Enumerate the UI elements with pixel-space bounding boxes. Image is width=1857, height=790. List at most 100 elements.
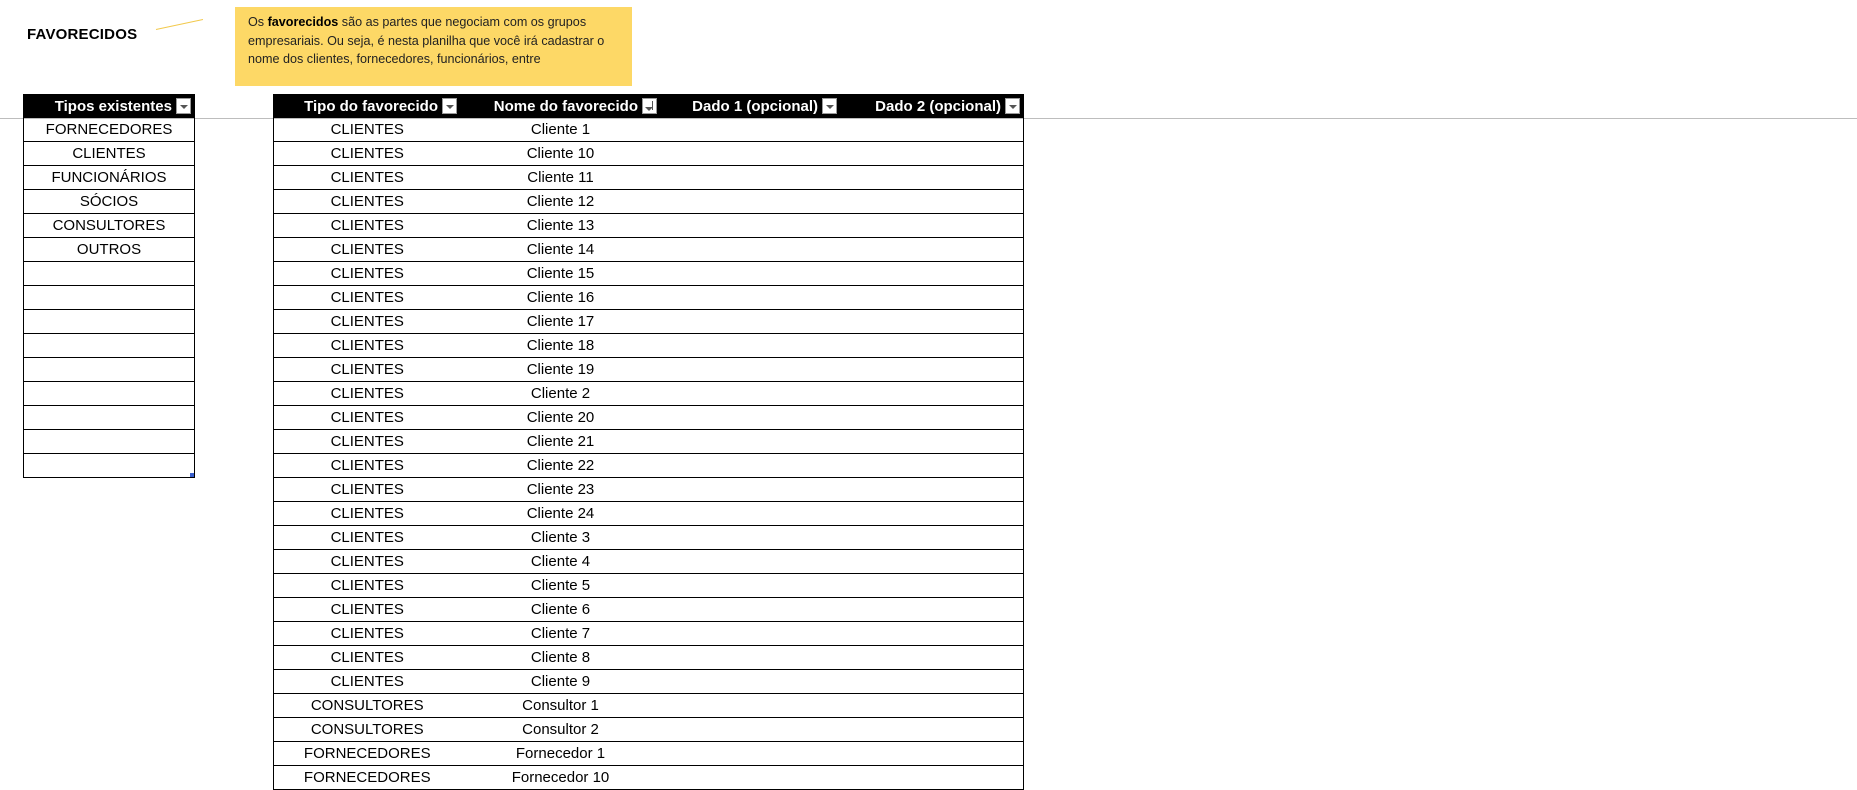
header-dado-2[interactable]: Dado 2 (opcional) [840,94,1024,118]
cell-nome[interactable]: Consultor 1 [460,693,661,718]
cell-nome[interactable]: Cliente 2 [460,381,661,406]
cell-nome[interactable]: Cliente 11 [460,165,661,190]
filter-dropdown-icon[interactable] [822,98,837,114]
cell-tipo[interactable]: CLIENTES [273,237,461,262]
cell-dado-2[interactable] [840,549,1024,574]
cell-tipo[interactable]: CLIENTES [273,141,461,166]
cell-nome[interactable]: Cliente 23 [460,477,661,502]
type-cell[interactable] [23,405,195,430]
cell-nome[interactable]: Cliente 4 [460,549,661,574]
cell-tipo[interactable]: CONSULTORES [273,717,461,742]
cell-nome[interactable]: Cliente 16 [460,285,661,310]
cell-nome[interactable]: Cliente 15 [460,261,661,286]
cell-tipo[interactable]: CLIENTES [273,669,461,694]
cell-nome[interactable]: Cliente 6 [460,597,661,622]
cell-dado-2[interactable] [840,261,1024,286]
cell-nome[interactable]: Cliente 22 [460,453,661,478]
cell-nome[interactable]: Cliente 14 [460,237,661,262]
cell-dado-1[interactable] [660,573,841,598]
cell-dado-2[interactable] [840,237,1024,262]
cell-dado-2[interactable] [840,621,1024,646]
cell-dado-1[interactable] [660,381,841,406]
cell-dado-2[interactable] [840,117,1024,142]
type-cell[interactable] [23,285,195,310]
cell-dado-1[interactable] [660,309,841,334]
cell-tipo[interactable]: CLIENTES [273,549,461,574]
cell-tipo[interactable]: CLIENTES [273,501,461,526]
type-cell[interactable]: FUNCIONÁRIOS [23,165,195,190]
cell-dado-1[interactable] [660,597,841,622]
header-nome-favorecido[interactable]: Nome do favorecido [460,94,661,118]
cell-dado-2[interactable] [840,669,1024,694]
cell-dado-1[interactable] [660,453,841,478]
type-cell[interactable] [23,309,195,334]
cell-nome[interactable]: Consultor 2 [460,717,661,742]
type-cell[interactable] [23,453,195,478]
cell-dado-2[interactable] [840,357,1024,382]
cell-nome[interactable]: Cliente 18 [460,333,661,358]
cell-tipo[interactable]: CONSULTORES [273,693,461,718]
cell-dado-2[interactable] [840,525,1024,550]
cell-dado-1[interactable] [660,189,841,214]
cell-dado-1[interactable] [660,141,841,166]
cell-dado-2[interactable] [840,741,1024,766]
cell-dado-1[interactable] [660,765,841,790]
cell-tipo[interactable]: CLIENTES [273,453,461,478]
cell-nome[interactable]: Cliente 10 [460,141,661,166]
header-dado-1[interactable]: Dado 1 (opcional) [660,94,841,118]
cell-dado-2[interactable] [840,717,1024,742]
cell-tipo[interactable]: CLIENTES [273,333,461,358]
cell-tipo[interactable]: CLIENTES [273,645,461,670]
cell-dado-1[interactable] [660,117,841,142]
type-cell[interactable] [23,381,195,406]
cell-tipo[interactable]: CLIENTES [273,117,461,142]
cell-nome[interactable]: Cliente 1 [460,117,661,142]
cell-nome[interactable]: Cliente 19 [460,357,661,382]
cell-dado-1[interactable] [660,645,841,670]
cell-tipo[interactable]: CLIENTES [273,285,461,310]
cell-tipo[interactable]: CLIENTES [273,189,461,214]
cell-dado-1[interactable] [660,477,841,502]
cell-nome[interactable]: Fornecedor 1 [460,741,661,766]
cell-dado-1[interactable] [660,357,841,382]
cell-dado-2[interactable] [840,765,1024,790]
cell-nome[interactable]: Cliente 8 [460,645,661,670]
types-header-cell[interactable]: Tipos existentes [23,94,195,118]
cell-dado-2[interactable] [840,501,1024,526]
cell-dado-1[interactable] [660,405,841,430]
cell-dado-1[interactable] [660,717,841,742]
cell-dado-2[interactable] [840,189,1024,214]
filter-dropdown-icon[interactable] [442,98,457,114]
cell-tipo[interactable]: FORNECEDORES [273,741,461,766]
cell-dado-1[interactable] [660,501,841,526]
cell-tipo[interactable]: CLIENTES [273,597,461,622]
cell-tipo[interactable]: FORNECEDORES [273,765,461,790]
filter-dropdown-icon[interactable] [1005,98,1020,114]
cell-tipo[interactable]: CLIENTES [273,525,461,550]
cell-dado-2[interactable] [840,333,1024,358]
cell-nome[interactable]: Cliente 7 [460,621,661,646]
cell-dado-2[interactable] [840,309,1024,334]
cell-nome[interactable]: Cliente 21 [460,429,661,454]
cell-nome[interactable]: Cliente 13 [460,213,661,238]
sort-ascending-filter-icon[interactable] [642,98,657,114]
cell-tipo[interactable]: CLIENTES [273,357,461,382]
sticky-note[interactable]: Os favorecidos são as partes que negocia… [235,7,632,86]
type-cell[interactable] [23,333,195,358]
type-cell[interactable] [23,357,195,382]
type-cell[interactable]: FORNECEDORES [23,117,195,142]
cell-tipo[interactable]: CLIENTES [273,261,461,286]
cell-nome[interactable]: Fornecedor 10 [460,765,661,790]
cell-tipo[interactable]: CLIENTES [273,309,461,334]
cell-nome[interactable]: Cliente 9 [460,669,661,694]
cell-dado-1[interactable] [660,237,841,262]
cell-dado-2[interactable] [840,285,1024,310]
cell-nome[interactable]: Cliente 17 [460,309,661,334]
cell-dado-1[interactable] [660,285,841,310]
cell-dado-1[interactable] [660,525,841,550]
type-cell[interactable]: OUTROS [23,237,195,262]
cell-dado-1[interactable] [660,213,841,238]
filter-dropdown-icon[interactable] [176,98,191,114]
cell-dado-2[interactable] [840,165,1024,190]
cell-tipo[interactable]: CLIENTES [273,573,461,598]
